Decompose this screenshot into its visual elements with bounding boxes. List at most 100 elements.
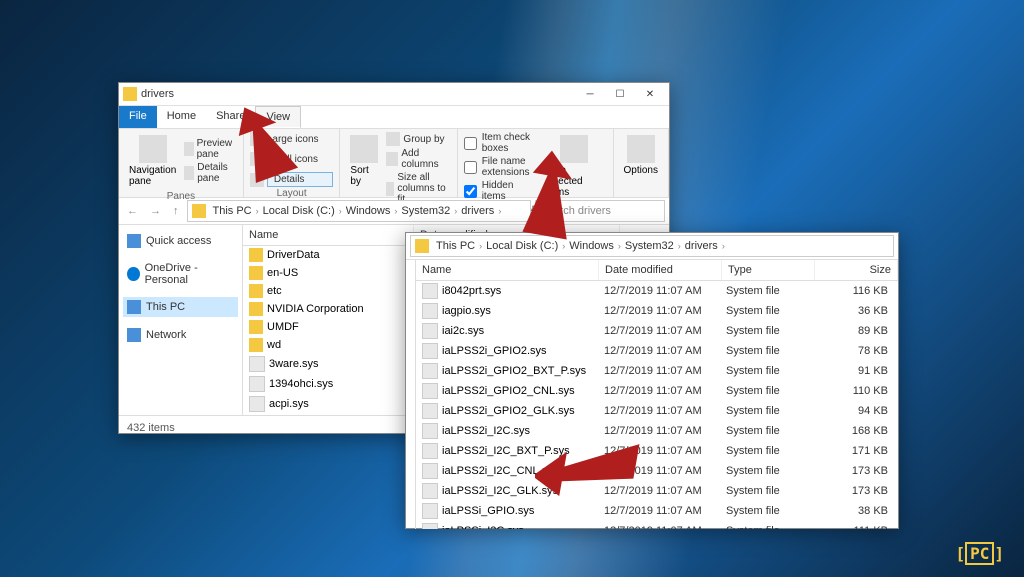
file-name: acpi.sys: [269, 398, 309, 410]
breadcrumb-segment[interactable]: This PC: [433, 240, 478, 252]
column-headers[interactable]: Name Date modified Type Size: [416, 260, 898, 281]
ribbon-tabs: File Home Share View: [119, 106, 669, 129]
file-row[interactable]: iaLPSS2i_GPIO2_GLK.sys12/7/2019 11:07 AM…: [416, 401, 898, 421]
back-button[interactable]: ←: [123, 205, 142, 217]
up-button[interactable]: ↑: [169, 205, 183, 217]
file-list: Name Date modified Type Size i8042prt.sy…: [406, 260, 898, 529]
file-icon: [422, 283, 438, 299]
file-row[interactable]: iaLPSSi_I2C.sys12/7/2019 11:07 AMSystem …: [416, 521, 898, 529]
maximize-button[interactable]: ☐: [605, 84, 635, 104]
close-button[interactable]: ✕: [635, 84, 665, 104]
breadcrumb-segment[interactable]: System32: [622, 240, 677, 252]
address-bar: This PC›Local Disk (C:)›Windows›System32…: [406, 233, 898, 260]
breadcrumb[interactable]: This PC›Local Disk (C:)›Windows›System32…: [410, 235, 894, 257]
details-layout-button[interactable]: Details: [250, 171, 334, 188]
large-icons-button[interactable]: Large icons: [250, 131, 334, 147]
col-date[interactable]: Date modified: [599, 260, 722, 280]
breadcrumb[interactable]: This PC›Local Disk (C:)›Windows›System32…: [187, 200, 532, 222]
nav-onedrive[interactable]: OneDrive - Personal: [123, 259, 238, 289]
breadcrumb-segment[interactable]: This PC: [210, 205, 255, 217]
file-size: 173 KB: [812, 464, 894, 478]
file-date: 12/7/2019 11:07 AM: [598, 484, 720, 498]
file-row[interactable]: i8042prt.sys12/7/2019 11:07 AMSystem fil…: [416, 281, 898, 301]
breadcrumb-segment[interactable]: Local Disk (C:): [260, 205, 338, 217]
breadcrumb-segment[interactable]: System32: [398, 205, 453, 217]
tab-file[interactable]: File: [119, 106, 157, 128]
file-icon: [422, 323, 438, 339]
col-name[interactable]: Name: [416, 260, 599, 280]
forward-button[interactable]: →: [146, 205, 165, 217]
file-icon: [422, 383, 438, 399]
file-icon: [249, 376, 265, 392]
file-row[interactable]: iaLPSS2i_I2C.sys12/7/2019 11:07 AMSystem…: [416, 421, 898, 441]
file-type: System file: [720, 384, 812, 398]
nav-this-pc[interactable]: This PC: [123, 297, 238, 317]
breadcrumb-segment[interactable]: Windows: [566, 240, 617, 252]
file-name: iaLPSS2i_GPIO2_CNL.sys: [442, 385, 575, 397]
file-size: 38 KB: [812, 504, 894, 518]
ribbon: Navigation pane Preview pane Details pan…: [119, 129, 669, 198]
nav-quick-access[interactable]: Quick access: [123, 231, 238, 251]
tab-share[interactable]: Share: [206, 106, 255, 128]
minimize-button[interactable]: ─: [575, 84, 605, 104]
file-row[interactable]: iaLPSS2i_I2C_BXT_P.sys12/7/2019 11:07 AM…: [416, 441, 898, 461]
nav-network[interactable]: Network: [123, 325, 238, 345]
file-date: 12/7/2019 11:07 AM: [598, 304, 720, 318]
file-date: 12/7/2019 11:07 AM: [598, 344, 720, 358]
file-row[interactable]: iai2c.sys12/7/2019 11:07 AMSystem file89…: [416, 321, 898, 341]
titlebar[interactable]: drivers ─ ☐ ✕: [119, 83, 669, 106]
preview-pane-button[interactable]: Preview pane: [184, 137, 237, 161]
tab-view[interactable]: View: [255, 106, 301, 128]
navigation-pane-button[interactable]: Navigation pane: [125, 131, 180, 191]
file-row[interactable]: iaLPSS2i_I2C_GLK.sys12/7/2019 11:07 AMSy…: [416, 481, 898, 501]
file-icon: [249, 284, 263, 298]
file-type: System file: [720, 364, 812, 378]
file-icon: [422, 423, 438, 439]
file-row[interactable]: iagpio.sys12/7/2019 11:07 AMSystem file3…: [416, 301, 898, 321]
file-icon: [422, 363, 438, 379]
file-icon: [422, 343, 438, 359]
file-size: 168 KB: [812, 424, 894, 438]
file-name: iagpio.sys: [442, 305, 491, 317]
file-type: System file: [720, 524, 812, 529]
file-date: 12/7/2019 11:07 AM: [598, 384, 720, 398]
add-columns-button[interactable]: Add columns: [386, 147, 450, 171]
file-size: 78 KB: [812, 344, 894, 358]
file-size: 36 KB: [812, 304, 894, 318]
breadcrumb-segment[interactable]: drivers: [682, 240, 721, 252]
sort-by-button[interactable]: Sort by: [346, 131, 382, 206]
options-button[interactable]: Options: [620, 131, 662, 184]
col-name[interactable]: Name: [243, 225, 414, 245]
details-pane-button[interactable]: Details pane: [184, 161, 237, 185]
hide-selected-button[interactable]: Hide selected items: [541, 131, 606, 203]
col-size[interactable]: Size: [815, 260, 898, 280]
file-icon: [249, 396, 265, 412]
col-type[interactable]: Type: [722, 260, 815, 280]
file-date: 12/7/2019 11:07 AM: [598, 424, 720, 438]
file-row[interactable]: iaLPSS2i_GPIO2.sys12/7/2019 11:07 AMSyst…: [416, 341, 898, 361]
file-date: 12/7/2019 11:07 AM: [598, 324, 720, 338]
tab-home[interactable]: Home: [157, 106, 206, 128]
breadcrumb-segment[interactable]: drivers: [458, 205, 497, 217]
file-type: System file: [720, 464, 812, 478]
item-checkboxes-checkbox[interactable]: Item check boxes: [464, 131, 538, 155]
file-name: wd: [267, 339, 281, 351]
search-input[interactable]: Search drivers: [535, 200, 665, 222]
file-size: 94 KB: [812, 404, 894, 418]
file-row[interactable]: iaLPSS2i_GPIO2_CNL.sys 12/7/2019 11:07 AM…: [416, 381, 898, 401]
small-icons-button[interactable]: Small icons: [250, 151, 334, 167]
file-name: en-US: [267, 267, 298, 279]
file-size: 89 KB: [812, 324, 894, 338]
file-name: iaLPSS2i_GPIO2_GLK.sys: [442, 405, 575, 417]
file-row[interactable]: iaLPSS2i_I2C_CNL.sys12/7/2019 11:07 AMSy…: [416, 461, 898, 481]
file-icon: [422, 403, 438, 419]
file-name: etc: [267, 285, 282, 297]
group-by-button[interactable]: Group by: [386, 131, 450, 147]
breadcrumb-segment[interactable]: Windows: [343, 205, 394, 217]
file-extensions-checkbox[interactable]: File name extensions: [464, 155, 538, 179]
watermark-logo: [PC]: [955, 544, 1004, 563]
breadcrumb-segment[interactable]: Local Disk (C:): [483, 240, 561, 252]
file-row[interactable]: iaLPSS2i_GPIO2_BXT_P.sys12/7/2019 11:07 …: [416, 361, 898, 381]
file-row[interactable]: iaLPSSi_GPIO.sys12/7/2019 11:07 AMSystem…: [416, 501, 898, 521]
file-name: iaLPSS2i_I2C_BXT_P.sys: [442, 445, 570, 457]
